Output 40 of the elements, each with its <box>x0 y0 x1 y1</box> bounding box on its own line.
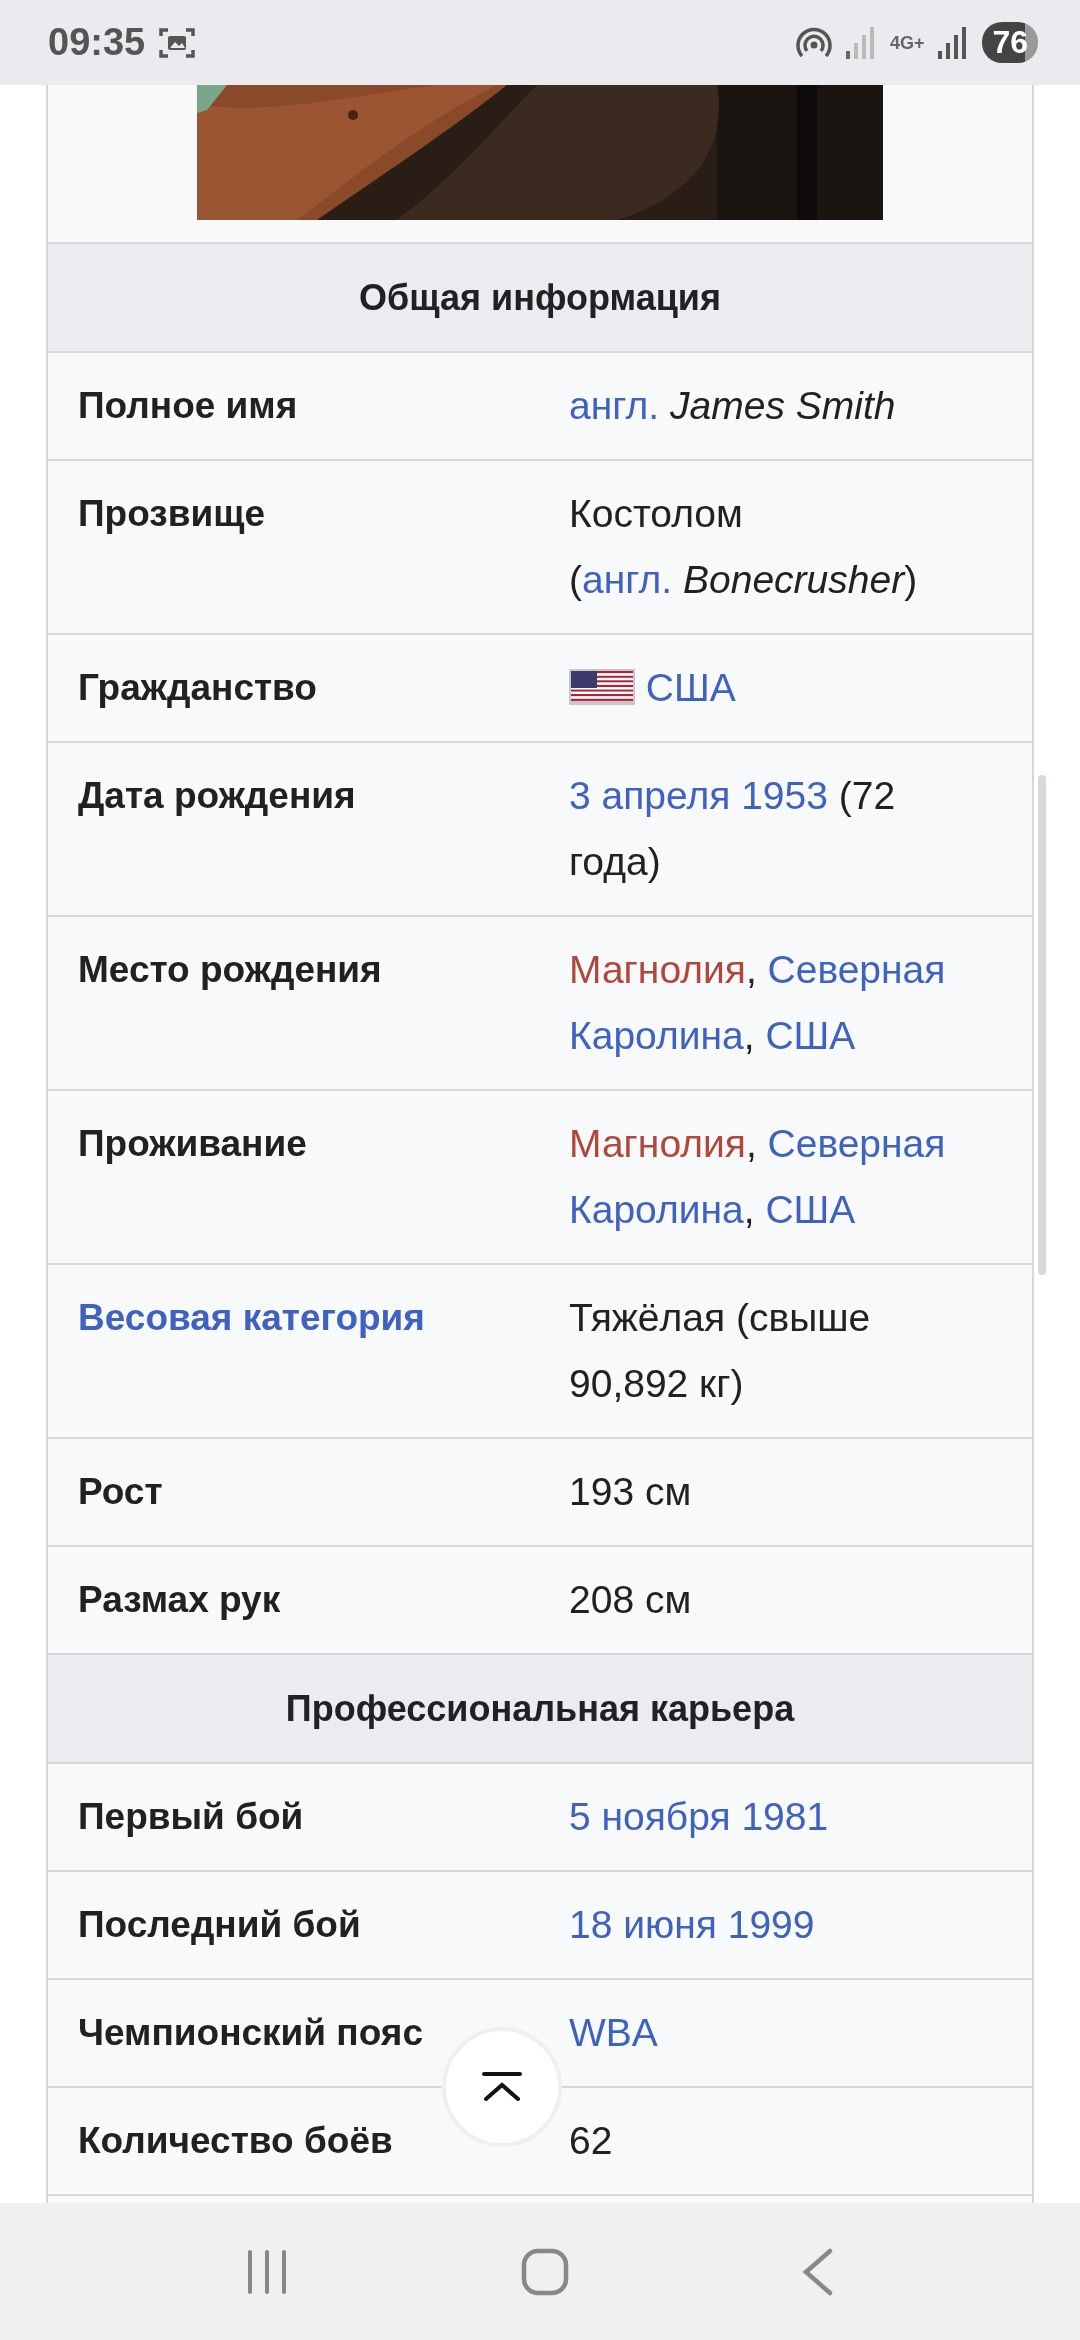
network-type: 4G+ <box>889 33 925 52</box>
row-value: Магнолия, Северная Каролина, США <box>569 1121 947 1233</box>
row-label: Последний бой <box>78 1903 361 1947</box>
row-value: WBA <box>569 2010 659 2056</box>
row-label: Проживание <box>78 1122 307 1166</box>
row-value: англ. James Smith <box>569 383 897 429</box>
us-flag-icon <box>569 669 635 705</box>
hotspot-icon <box>795 25 832 60</box>
label-link[interactable]: Весовая категория <box>78 1285 425 1351</box>
row-label: Полное имя <box>78 384 298 428</box>
row-label: Рост <box>78 1470 163 1514</box>
battery-level: 76 <box>982 22 1038 63</box>
section-header: Общая информация <box>48 244 1032 353</box>
recent-apps-button[interactable] <box>246 2249 289 2294</box>
back-button[interactable] <box>801 2247 834 2296</box>
home-button[interactable] <box>521 2247 569 2296</box>
row-value: Костолом (англ. Bonecrusher) <box>569 491 919 603</box>
row-label: Гражданство <box>78 666 317 710</box>
row-value: Магнолия, Северная Каролина, США <box>569 947 947 1059</box>
caret-up-icon <box>480 2072 524 2102</box>
row-label: Место рождения <box>78 948 382 992</box>
row-value: 3 апреля 1953 (72 года) <box>569 773 897 885</box>
row-label: Количество боёв <box>78 2119 393 2163</box>
row-label: Прозвище <box>78 492 265 536</box>
signal-icon <box>938 26 969 59</box>
row-label: Дата рождения <box>78 774 356 818</box>
signal-icon <box>845 26 876 59</box>
link[interactable]: США <box>645 666 736 709</box>
row-label: Первый бой <box>78 1795 304 1839</box>
row-label: Чемпионский пояс <box>78 2011 423 2055</box>
row-value: 208 см <box>569 1577 693 1623</box>
row-value: 193 см <box>569 1469 693 1515</box>
row-value: 62 <box>569 2118 614 2164</box>
screenshot-icon <box>159 25 196 60</box>
status-time: 09:35 <box>48 21 146 64</box>
row-value: 5 ноября 1981 <box>569 1794 830 1840</box>
section-header: Профессиональная карьера <box>48 1655 1032 1764</box>
row-value: Тяжёлая (свыше 90,892 кг) <box>569 1295 872 1407</box>
row-value: 18 июня 1999 <box>569 1902 816 1948</box>
row-label: Размах рук <box>78 1578 281 1622</box>
